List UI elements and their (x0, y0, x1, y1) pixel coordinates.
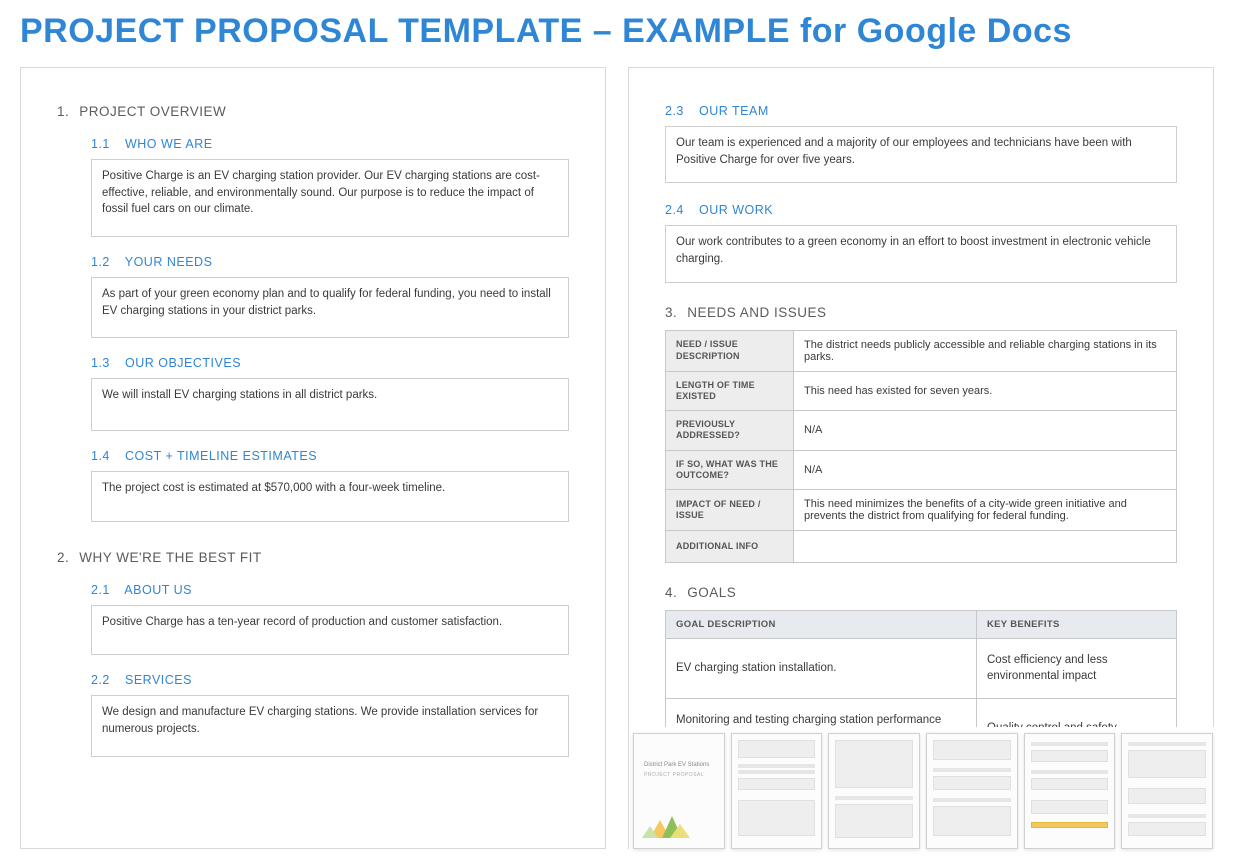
table-row: NEED / ISSUE DESCRIPTION The district ne… (666, 330, 1177, 371)
pages-container: 1. PROJECT OVERVIEW 1.1 WHO WE ARE Posit… (20, 67, 1225, 849)
content-cost: The project cost is estimated at $570,00… (91, 471, 569, 522)
need-label: NEED / ISSUE DESCRIPTION (666, 330, 794, 371)
table-row: IMPACT OF NEED / ISSUE This need minimiz… (666, 490, 1177, 531)
thumb-cover-subtitle: PROJECT PROPOSAL (644, 772, 704, 778)
table-row: PREVIOUSLY ADDRESSED? N/A (666, 411, 1177, 451)
sub-num: 2.3 (665, 104, 695, 118)
section-needs-heading: 3. NEEDS AND ISSUES (665, 305, 1177, 320)
need-value (794, 531, 1177, 563)
goal-desc: EV charging station installation. (666, 639, 977, 699)
page-title: PROJECT PROPOSAL TEMPLATE – EXAMPLE for … (20, 12, 1225, 51)
triangle-graphic-icon (640, 798, 696, 842)
subheading-your-needs: 1.2 YOUR NEEDS (91, 255, 569, 269)
need-value: This need has existed for seven years. (794, 371, 1177, 411)
table-row: IF SO, WHAT WAS THE OUTCOME? N/A (666, 450, 1177, 490)
thumb-cover-title: District Park EV Stations (644, 762, 709, 768)
table-row: ADDITIONAL INFO (666, 531, 1177, 563)
need-value: The district needs publicly accessible a… (794, 330, 1177, 371)
goal-benefit: Cost efficiency and less environmental i… (977, 639, 1177, 699)
need-value: N/A (794, 411, 1177, 451)
section-bestfit-heading: 2. WHY WE'RE THE BEST FIT (57, 550, 569, 565)
need-label: IMPACT OF NEED / ISSUE (666, 490, 794, 531)
sub-title: OUR OBJECTIVES (125, 356, 241, 370)
table-header-row: GOAL DESCRIPTION KEY BENEFITS (666, 611, 1177, 639)
page-left: 1. PROJECT OVERVIEW 1.1 WHO WE ARE Posit… (20, 67, 606, 849)
section-title: PROJECT OVERVIEW (79, 104, 226, 119)
sub-num: 1.2 (91, 255, 121, 269)
sub-title: OUR WORK (699, 203, 773, 217)
sub-num: 2.1 (91, 583, 121, 597)
subheading-cost: 1.4 COST + TIMELINE ESTIMATES (91, 449, 569, 463)
need-label: LENGTH OF TIME EXISTED (666, 371, 794, 411)
thumbnail-page-5[interactable] (1024, 733, 1116, 849)
section-num: 1. (57, 104, 75, 119)
section-num: 4. (665, 585, 683, 600)
sub-title: ABOUT US (124, 583, 192, 597)
sub-title: OUR TEAM (699, 104, 769, 118)
subheading-team: 2.3 OUR TEAM (665, 104, 1177, 118)
section-num: 3. (665, 305, 683, 320)
goal-header-b: KEY BENEFITS (977, 611, 1177, 639)
content-services: We design and manufacture EV charging st… (91, 695, 569, 756)
sub-num: 1.3 (91, 356, 121, 370)
subheading-services: 2.2 SERVICES (91, 673, 569, 687)
section-title: WHY WE'RE THE BEST FIT (79, 550, 261, 565)
sub-title: YOUR NEEDS (125, 255, 213, 269)
need-label: IF SO, WHAT WAS THE OUTCOME? (666, 450, 794, 490)
sub-num: 1.1 (91, 137, 121, 151)
subheading-who-we-are: 1.1 WHO WE ARE (91, 137, 569, 151)
subheading-objectives: 1.3 OUR OBJECTIVES (91, 356, 569, 370)
subheading-work: 2.4 OUR WORK (665, 203, 1177, 217)
section-goals-heading: 4. GOALS (665, 585, 1177, 600)
sub-num: 2.2 (91, 673, 121, 687)
need-label: PREVIOUSLY ADDRESSED? (666, 411, 794, 451)
goal-header-a: GOAL DESCRIPTION (666, 611, 977, 639)
thumbnail-page-4[interactable] (926, 733, 1018, 849)
page-right: 2.3 OUR TEAM Our team is experienced and… (628, 67, 1214, 849)
sub-title: WHO WE ARE (125, 137, 213, 151)
thumbnail-page-1[interactable]: District Park EV Stations PROJECT PROPOS… (633, 733, 725, 849)
section-overview-heading: 1. PROJECT OVERVIEW (57, 104, 569, 119)
section-num: 2. (57, 550, 75, 565)
table-row: EV charging station installation. Cost e… (666, 639, 1177, 699)
need-value: N/A (794, 450, 1177, 490)
thumbnail-page-2[interactable] (731, 733, 823, 849)
needs-table: NEED / ISSUE DESCRIPTION The district ne… (665, 330, 1177, 564)
thumbnail-page-3[interactable] (828, 733, 920, 849)
sub-title: COST + TIMELINE ESTIMATES (125, 449, 317, 463)
need-value: This need minimizes the benefits of a ci… (794, 490, 1177, 531)
table-row: LENGTH OF TIME EXISTED This need has exi… (666, 371, 1177, 411)
content-about: Positive Charge has a ten-year record of… (91, 605, 569, 656)
sub-title: SERVICES (125, 673, 192, 687)
page-thumbnails: District Park EV Stations PROJECT PROPOS… (629, 727, 1217, 849)
content-who-we-are: Positive Charge is an EV charging statio… (91, 159, 569, 237)
thumbnail-page-6[interactable] (1121, 733, 1213, 849)
sub-num: 1.4 (91, 449, 121, 463)
section-title: NEEDS AND ISSUES (687, 305, 826, 320)
sub-num: 2.4 (665, 203, 695, 217)
section-title: GOALS (687, 585, 736, 600)
content-work: Our work contributes to a green economy … (665, 225, 1177, 282)
need-label: ADDITIONAL INFO (666, 531, 794, 563)
content-team: Our team is experienced and a majority o… (665, 126, 1177, 183)
content-your-needs: As part of your green economy plan and t… (91, 277, 569, 338)
content-objectives: We will install EV charging stations in … (91, 378, 569, 431)
subheading-about: 2.1 ABOUT US (91, 583, 569, 597)
